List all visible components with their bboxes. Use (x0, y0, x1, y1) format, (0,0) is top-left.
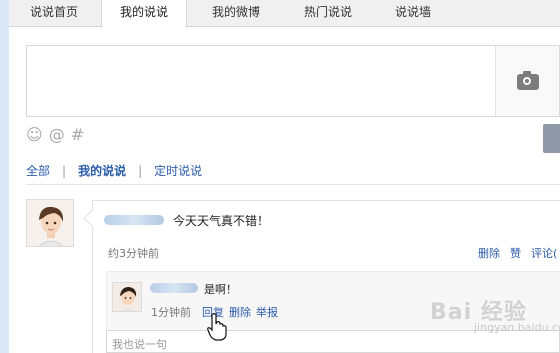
post-time: 约3分钟前 (108, 247, 159, 260)
emoji-icon[interactable]: ☺ (26, 126, 43, 144)
comment-button[interactable]: 评论( (531, 245, 557, 261)
post-composer[interactable] (26, 45, 560, 117)
tab-shuoshuo-wall[interactable]: 说说墙 (381, 0, 445, 27)
report-button[interactable]: 举报 (256, 304, 278, 320)
tab-hot-shuoshuo[interactable]: 热门说说 (289, 0, 367, 27)
tab-my-weibo[interactable]: 我的微博 (197, 0, 275, 27)
composer-tools: ☺ @ # (26, 126, 84, 144)
avatar-image (113, 283, 141, 311)
left-edge-strip (0, 0, 9, 353)
publish-button[interactable] (543, 124, 560, 153)
feed-filter: 全部 | 我的说说 | 定时说说 (26, 162, 202, 179)
filter-all[interactable]: 全部 (26, 162, 50, 179)
upload-photo-button[interactable] (495, 46, 559, 116)
divider (26, 184, 560, 185)
watermark-url: jingyan.baidu.com (474, 321, 560, 334)
filter-separator: | (138, 163, 143, 178)
tab-my-shuoshuo[interactable]: 我的说说 (101, 0, 187, 28)
delete-post-button[interactable]: 删除 (478, 245, 500, 261)
avatar[interactable] (112, 282, 142, 312)
reply-time: 1分钟前 (151, 306, 191, 319)
camera-icon (517, 71, 539, 90)
filter-mine[interactable]: 我的说说 (78, 162, 126, 179)
avatar[interactable] (26, 199, 74, 247)
delete-reply-button[interactable]: 删除 (229, 304, 251, 320)
filter-separator: | (62, 163, 67, 178)
tab-shuoshuo-home[interactable]: 说说首页 (19, 0, 89, 27)
hand-cursor-icon (207, 313, 227, 341)
like-button[interactable]: 赞 (510, 245, 521, 261)
filter-scheduled[interactable]: 定时说说 (154, 162, 202, 179)
replier-name-blurred[interactable] (150, 283, 198, 293)
avatar-image (27, 200, 73, 246)
author-name-blurred[interactable] (104, 215, 164, 225)
hashtag-icon[interactable]: # (71, 126, 84, 144)
tab-bar: 说说首页 我的说说 我的微博 热门说说 说说墙 (9, 0, 560, 28)
at-icon[interactable]: @ (49, 126, 65, 144)
reply-content: 是啊！ (204, 283, 237, 296)
post-content: 今天天气真不错！ (173, 214, 270, 228)
